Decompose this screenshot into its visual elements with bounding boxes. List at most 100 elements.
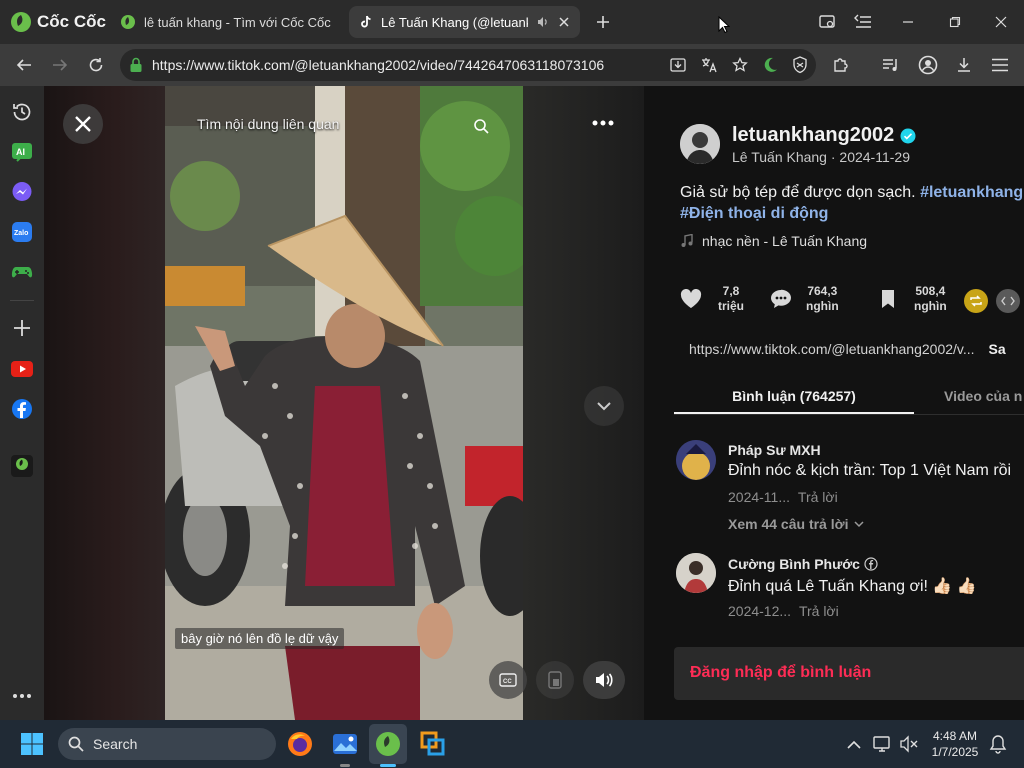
taskbar-search-label: Search	[93, 736, 138, 752]
new-tab-button[interactable]	[585, 6, 621, 38]
close-video-button[interactable]	[63, 104, 103, 144]
volume-status[interactable]	[893, 728, 925, 760]
video-caption: bây giờ nó lên đồ lẹ dữ vậy	[175, 628, 345, 649]
bookmark-icon[interactable]	[880, 289, 896, 309]
share-url-text[interactable]: https://www.tiktok.com/@letuankhang2002/…	[689, 341, 975, 357]
comment-icon[interactable]	[770, 289, 792, 309]
tab-title: Lê Tuấn Khang (@letuank	[381, 14, 528, 30]
coccoc-anniversary-icon	[11, 455, 33, 477]
ai-assistant-button[interactable]: AI	[10, 140, 34, 164]
add-sidebar-app-button[interactable]	[10, 316, 34, 340]
minimize-button[interactable]	[890, 6, 926, 38]
coccoc-anniversary-button[interactable]	[10, 454, 34, 478]
address-bar[interactable]: https://www.tiktok.com/@letuankhang2002/…	[120, 49, 816, 81]
screenshot-button[interactable]	[810, 6, 846, 38]
game-button[interactable]	[10, 260, 34, 284]
download-page-icon[interactable]	[668, 55, 688, 75]
related-content-label[interactable]: Tìm nội dung liên quan	[197, 116, 339, 132]
tab-tiktok[interactable]: Lê Tuấn Khang (@letuank	[349, 6, 580, 38]
start-button[interactable]	[16, 728, 48, 760]
title-bar: Cốc Cốc lê tuấn khang - Tìm với Cốc Cốc …	[0, 0, 1024, 44]
url-text[interactable]: https://www.tiktok.com/@letuankhang2002/…	[152, 57, 604, 73]
browser-brand[interactable]: Cốc Cốc	[10, 10, 106, 34]
author-username[interactable]: letuankhang2002	[732, 124, 894, 147]
ai-chat-icon: AI	[12, 143, 32, 162]
comment-author[interactable]: Pháp Sư MXH	[728, 442, 821, 458]
taskbar-search[interactable]: Search	[58, 728, 276, 760]
maximize-button[interactable]	[937, 6, 973, 38]
save-stat[interactable]: 508,4 nghìn	[880, 284, 947, 314]
login-to-comment-link[interactable]: Đăng nhập để bình luận	[690, 664, 871, 682]
reload-button[interactable]	[83, 52, 109, 78]
hashtag-link[interactable]: #letuankhang	[920, 184, 1023, 201]
history-sidebar-button[interactable]	[10, 100, 34, 124]
share-url-box[interactable]: https://www.tiktok.com/@letuankhang2002/…	[680, 336, 1020, 362]
show-hidden-icons-button[interactable]	[838, 728, 870, 760]
speaker-icon[interactable]	[536, 15, 550, 29]
taskbar-photos[interactable]	[329, 728, 361, 760]
tab-divider	[674, 414, 1024, 415]
profile-button[interactable]	[915, 52, 941, 78]
reply-button[interactable]: Trả lời	[798, 489, 838, 505]
downloads-button[interactable]	[951, 52, 977, 78]
related-search-icon[interactable]	[473, 118, 489, 134]
back-button[interactable]	[11, 52, 37, 78]
post-description: Giả sử bộ tép để được dọn sạch. #letuank…	[680, 182, 1024, 224]
lock-icon[interactable]	[129, 57, 143, 73]
floating-player-button[interactable]	[536, 661, 574, 699]
clock-date: 1/7/2025	[931, 745, 979, 759]
more-options-button[interactable]	[592, 120, 614, 126]
arrow-left-icon	[16, 59, 31, 71]
zalo-button[interactable]: Zalo	[10, 220, 34, 244]
close-icon	[995, 16, 1007, 28]
tab-search-button[interactable]	[845, 6, 881, 38]
youtube-button[interactable]	[10, 357, 34, 381]
menu-button[interactable]	[987, 52, 1013, 78]
notifications-button[interactable]	[982, 728, 1014, 760]
view-replies-button[interactable]: Xem 44 câu trả lời	[728, 516, 864, 532]
embed-button[interactable]	[996, 289, 1020, 313]
view-replies-label[interactable]: Xem 44 câu trả lời	[728, 516, 848, 532]
comment-text: Đỉnh quá Lê Tuấn Khang ơi! 👍🏻 👍🏻	[728, 578, 977, 595]
bookmark-star-icon[interactable]	[730, 55, 750, 75]
system-clock[interactable]: 4:48 AM 1/7/2025	[926, 728, 984, 760]
sidebar-more-button[interactable]	[10, 684, 34, 708]
comment-date: 2024-12...	[728, 603, 792, 619]
comment-avatar[interactable]	[676, 440, 716, 480]
like-stat[interactable]: 7,8 triệu	[680, 284, 744, 314]
tab-creator-videos[interactable]: Video của n	[944, 386, 1022, 406]
close-window-button[interactable]	[983, 6, 1019, 38]
shield-icon[interactable]	[790, 55, 810, 75]
repost-button[interactable]	[964, 289, 988, 313]
media-control-button[interactable]	[878, 52, 904, 78]
taskbar-vmware[interactable]	[417, 728, 449, 760]
like-count-number: 7,8	[722, 284, 740, 298]
next-video-button[interactable]	[584, 386, 624, 426]
login-to-comment-bar[interactable]: Đăng nhập để bình luận	[674, 647, 1024, 700]
tab-close-icon[interactable]	[558, 16, 570, 28]
taskbar-firefox[interactable]	[284, 728, 316, 760]
music-title[interactable]: nhạc nền - Lê Tuấn Khang	[702, 233, 867, 249]
volume-button[interactable]	[583, 661, 625, 699]
comment-stat[interactable]: 764,3 nghìn	[770, 284, 839, 314]
hashtag-link[interactable]: #Điện thoại di động	[680, 205, 828, 222]
dark-mode-icon[interactable]	[760, 55, 780, 75]
comment-avatar[interactable]	[676, 553, 716, 593]
captions-button[interactable]: CC	[489, 661, 527, 699]
forward-button[interactable]	[47, 52, 73, 78]
comment-text: Đỉnh nóc & kịch trần: Top 1 Việt Nam rồi	[728, 462, 1012, 479]
facebook-button[interactable]	[10, 397, 34, 421]
reply-button[interactable]: Trả lời	[799, 603, 839, 619]
author-avatar[interactable]	[680, 124, 720, 164]
like-count-unit: triệu	[718, 299, 745, 313]
copy-link-button[interactable]: Sa	[989, 341, 1006, 357]
translate-icon[interactable]	[699, 55, 719, 75]
extensions-button[interactable]	[828, 52, 854, 78]
heart-icon[interactable]	[680, 289, 702, 309]
messenger-button[interactable]	[10, 180, 34, 204]
comment-author[interactable]: Cường Bình Phước	[728, 556, 860, 572]
taskbar-coccoc[interactable]	[369, 724, 407, 764]
windows-taskbar: Search 4:48 AM 1/7/2025	[0, 720, 1024, 768]
video-player[interactable]: Tìm nội dung liên quan bây giờ nó lên đồ…	[165, 86, 523, 720]
tab-search[interactable]: lê tuấn khang - Tìm với Cốc Cốc	[110, 6, 342, 38]
